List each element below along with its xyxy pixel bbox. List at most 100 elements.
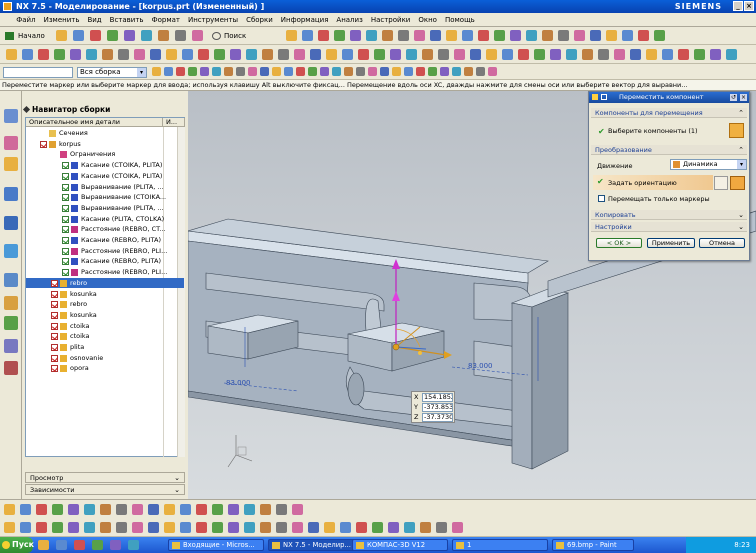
toolbar-tool-icon[interactable] [574,30,585,41]
toolbar-tool-icon[interactable] [558,30,569,41]
toolbar-tool-icon[interactable] [292,504,303,515]
visibility-checkbox[interactable] [51,333,58,341]
tree-row[interactable]: opora [26,363,184,374]
tree-row[interactable]: Расстояние (REBRO, PLI... [26,267,184,278]
toolbar-tool-icon[interactable] [212,504,223,515]
process-studio-tab-icon[interactable] [4,296,18,310]
toolbar-tool-icon[interactable] [356,522,367,533]
toolbar-tool-icon[interactable] [212,67,221,76]
visibility-checkbox[interactable] [51,301,58,309]
taskbar-item[interactable]: Входящие - Micros... [168,539,264,551]
toolbar-tool-icon[interactable] [438,49,449,60]
dialog-help-icon[interactable] [601,94,607,100]
visibility-checkbox[interactable] [51,290,58,298]
toolbar-tool-icon[interactable] [296,67,305,76]
toolbar-tool-icon[interactable] [278,49,289,60]
toolbar-tool-icon[interactable] [534,49,545,60]
menu-item[interactable]: Вид [83,13,105,27]
toolbar-tool-icon[interactable] [214,49,225,60]
toolbar-tool-icon[interactable] [334,30,345,41]
toolbar-tool-icon[interactable] [406,49,417,60]
toolbar-tool-icon[interactable] [404,522,415,533]
select-components-row[interactable]: ✔ Выберите компоненты (1) [598,127,698,136]
toolbar-tool-icon[interactable] [132,504,143,515]
toolbar-tool-icon[interactable] [318,30,329,41]
toolbar-tool-icon[interactable] [678,49,689,60]
cancel-button[interactable]: Отмена [699,238,745,248]
toolbar-tool-icon[interactable] [308,522,319,533]
tree-row[interactable]: Ограничения [26,149,184,160]
toolbar-tool-icon[interactable] [272,67,281,76]
toolbar-tool-icon[interactable] [212,522,223,533]
tree-row[interactable]: Касание (CTOIKA, PLITA) [26,160,184,171]
toolbar-tool-icon[interactable] [374,49,385,60]
column-header-name[interactable]: Описательное имя детали [26,118,163,127]
menu-item[interactable]: Настройки [367,13,415,27]
toolbar-tool-icon[interactable] [36,522,47,533]
toolbar-tool-icon[interactable] [622,30,633,41]
toolbar-tool-icon[interactable] [176,67,185,76]
toolbar-tool-icon[interactable] [20,504,31,515]
visibility-checkbox[interactable] [62,172,69,180]
toolbar-tool-icon[interactable] [486,49,497,60]
toolbar-tool-icon[interactable] [430,30,441,41]
toolbar-tool-icon[interactable] [164,522,175,533]
set-orientation-row[interactable]: ✔ Задать ориентацию [593,175,713,190]
orientation-button[interactable] [714,176,728,190]
toolbar-tool-icon[interactable] [244,522,255,533]
tree-row[interactable]: kosunka [26,310,184,321]
taskbar-item[interactable]: 69.bmp - Paint [552,539,634,551]
toolbar-tool-icon[interactable] [566,49,577,60]
transform-section[interactable]: Преобразование ⌃ [591,145,747,155]
taskbar-item[interactable]: КОМПАС-3D V12 [352,539,448,551]
toolbar-tool-icon[interactable] [164,67,173,76]
tree-row[interactable]: Расстояние (REBRO, PLI... [26,246,184,257]
menu-item[interactable]: Помощь [441,13,479,27]
toolbar-tool-icon[interactable] [175,30,186,41]
toolbar-tool-icon[interactable] [340,522,351,533]
toolbar-tool-icon[interactable] [276,504,287,515]
quick-launch-icon[interactable] [128,540,139,550]
toolbar-tool-icon[interactable] [518,49,529,60]
toolbar-tool-icon[interactable] [350,30,361,41]
toolbar-tool-icon[interactable] [164,504,175,515]
toolbar-tool-icon[interactable] [286,30,297,41]
toolbar-tool-icon[interactable] [68,522,79,533]
toolbar-tool-icon[interactable] [124,30,135,41]
tree-row[interactable]: Расстояние (REBRO, CT... [26,224,184,235]
toolbar-tool-icon[interactable] [302,30,313,41]
tree-row[interactable]: osnovanie [26,353,184,364]
tree-row[interactable]: Выравнивание (CTOIKA... [26,192,184,203]
toolbar-tool-icon[interactable] [550,49,561,60]
toolbar-tool-icon[interactable] [614,49,625,60]
toolbar-tool-icon[interactable] [710,49,721,60]
system-scenes-tab-icon[interactable] [4,361,18,375]
toolbar-tool-icon[interactable] [452,67,461,76]
minimize-button[interactable]: _ [733,1,743,11]
toolbar-tool-icon[interactable] [392,67,401,76]
toolbar-tool-icon[interactable] [260,522,271,533]
quick-launch-icon[interactable] [38,540,49,550]
web-browser-tab-icon[interactable] [4,216,18,230]
visibility-checkbox[interactable] [62,194,69,202]
menu-item[interactable]: Изменить [40,13,84,27]
toolbar-tool-icon[interactable] [294,49,305,60]
toolbar-tool-icon[interactable] [180,504,191,515]
toolbar-tool-icon[interactable] [440,67,449,76]
menu-item[interactable]: Информация [277,13,333,27]
reset-icon[interactable]: ↺ [730,94,737,101]
toolbar-tool-icon[interactable] [320,67,329,76]
menu-item[interactable]: Анализ [332,13,366,27]
type-filter-select[interactable] [3,67,73,78]
toolbar-tool-icon[interactable] [22,49,33,60]
tree-row[interactable]: Касание (REBRO, PLITA) [26,235,184,246]
toolbar-tool-icon[interactable] [196,504,207,515]
tree-row[interactable]: ctoika [26,331,184,342]
toolbar-tool-icon[interactable] [73,30,84,41]
toolbar-tool-icon[interactable] [662,49,673,60]
toolbar-tool-icon[interactable] [260,67,269,76]
toolbar-tool-icon[interactable] [86,49,97,60]
quick-launch-icon[interactable] [110,540,121,550]
system-materials-tab-icon[interactable] [4,273,18,287]
motion-type-select[interactable]: Динамика ▾ [670,159,747,170]
